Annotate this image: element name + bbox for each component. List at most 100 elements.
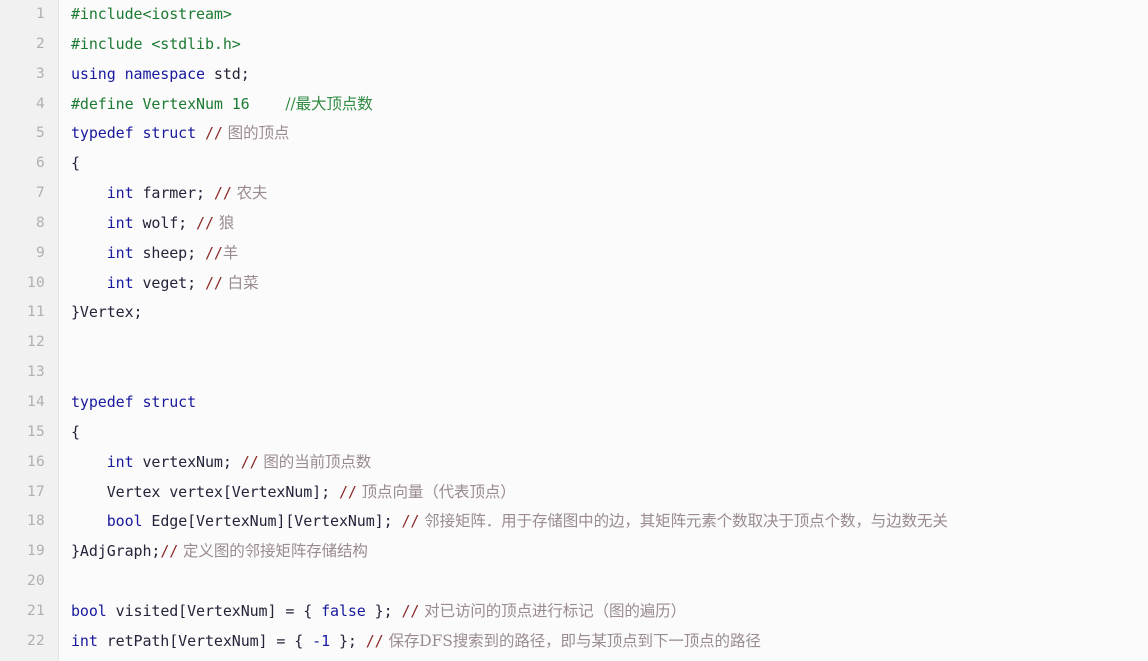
code-line[interactable]: #define VertexNum 16 //最大顶点数	[60, 90, 1148, 120]
token-identifier: visited[VertexNum] = {	[106, 601, 322, 620]
code-line[interactable]: typedef struct	[60, 388, 1148, 418]
code-line[interactable]: int farmer; // 农夫	[60, 179, 1148, 209]
token-keyword: bool	[106, 512, 143, 531]
code-line[interactable]: typedef struct // 图的顶点	[60, 119, 1148, 149]
code-line[interactable]: int vertexNum; // 图的当前顶点数	[60, 448, 1148, 478]
token-preprocessor: #include<iostream>	[71, 5, 232, 23]
token-keyword: using namespace	[71, 64, 205, 83]
line-number: 22	[26, 632, 45, 649]
line-number: 12	[26, 334, 45, 351]
token-comment: 白菜	[222, 273, 259, 292]
line-number: 10	[26, 274, 45, 291]
code-line-empty[interactable]	[60, 358, 1148, 388]
token-keyword: int	[106, 184, 134, 203]
token-comment-slashes: //	[338, 482, 357, 501]
token-keyword: int	[106, 213, 134, 232]
token-comment-slashes: //	[240, 452, 259, 471]
token-comment-slashes: //	[365, 631, 384, 650]
token-comment: //最大顶点数	[285, 94, 373, 113]
token-whitespace	[196, 124, 205, 142]
line-number: 13	[26, 364, 45, 381]
token-keyword: int	[106, 273, 134, 292]
code-line[interactable]: bool visited[VertexNum] = { false }; // …	[60, 597, 1148, 627]
line-number: 5	[35, 125, 45, 142]
code-line[interactable]: int sheep; //羊	[60, 239, 1148, 269]
line-number: 8	[35, 214, 45, 231]
code-line[interactable]: {	[60, 149, 1148, 179]
line-number: 16	[26, 453, 45, 470]
token-punctuation: };	[330, 631, 366, 650]
token-identifier: farmer;	[133, 184, 214, 203]
token-comment-slashes: //	[213, 184, 232, 203]
token-identifier: wolf;	[133, 213, 197, 232]
code-line[interactable]: #include<iostream>	[60, 0, 1148, 30]
token-comment-slashes: //	[160, 542, 179, 561]
token-comment: 对已访问的顶点进行标记（图的遍历）	[419, 601, 686, 620]
token-brace: {	[71, 154, 80, 173]
token-identifier: }Vertex;	[71, 303, 143, 322]
line-number: 17	[26, 483, 45, 500]
token-comment: 图的当前顶点数	[258, 452, 372, 471]
code-line-empty[interactable]	[60, 657, 1148, 661]
token-identifier: sheep;	[133, 243, 205, 262]
token-identifier: veget;	[133, 273, 205, 292]
line-number: 4	[35, 95, 45, 112]
code-line[interactable]: {	[60, 418, 1148, 448]
token-identifier: Edge[VertexNum][VertexNum];	[142, 512, 402, 531]
token-comment: 顶点向量（代表顶点）	[356, 482, 516, 501]
code-line[interactable]: int wolf; // 狼	[60, 209, 1148, 239]
token-keyword: false	[321, 601, 366, 620]
line-number: 11	[26, 304, 45, 321]
token-identifier: }AdjGraph;	[71, 542, 161, 561]
code-content[interactable]: #include<iostream> #include <stdlib.h> u…	[60, 0, 1148, 661]
token-comment-slashes: //	[196, 213, 214, 232]
token-comment: 农夫	[231, 184, 268, 203]
line-number: 7	[35, 185, 45, 202]
token-identifier: std;	[204, 64, 250, 83]
line-number-list: 1 2 3 4 5 6 7 8 9 10 11 12 13 14 15 16 1…	[0, 0, 58, 661]
code-line-empty[interactable]	[60, 328, 1148, 358]
line-number: 20	[26, 573, 45, 590]
code-line[interactable]: }AdjGraph;// 定义图的邻接矩阵存储结构	[60, 537, 1148, 567]
token-keyword: int	[106, 243, 134, 262]
token-identifier: vertexNum;	[133, 452, 241, 471]
token-comment: 图的顶点	[222, 124, 290, 143]
token-whitespace	[250, 95, 286, 113]
token-identifier: Vertex vertex[VertexNum];	[106, 482, 339, 501]
code-line[interactable]: #include <stdlib.h>	[60, 30, 1148, 60]
token-keyword: typedef struct	[71, 124, 197, 143]
code-line[interactable]: bool Edge[VertexNum][VertexNum]; // 邻接矩阵…	[60, 507, 1148, 537]
line-number: 9	[35, 244, 45, 261]
token-brace: {	[71, 422, 80, 441]
token-comment-slashes: //	[204, 243, 223, 262]
line-number: 3	[35, 65, 45, 82]
code-line[interactable]: int retPath[VertexNum] = { -1 }; // 保存DF…	[60, 627, 1148, 657]
line-number: 14	[26, 393, 45, 410]
line-number: 18	[26, 513, 45, 530]
code-line[interactable]: int veget; // 白菜	[60, 269, 1148, 299]
token-punctuation: };	[365, 601, 402, 620]
code-editor[interactable]: 1 2 3 4 5 6 7 8 9 10 11 12 13 14 15 16 1…	[0, 0, 1148, 661]
token-keyword: int	[71, 631, 98, 650]
token-comment: 邻接矩阵．用于存储图中的边，其矩阵元素个数取决于顶点个数，与边数无关	[419, 512, 948, 531]
token-comment: 保存DFS搜索到的路径，即与某顶点到下一顶点的路径	[383, 631, 761, 650]
line-number: 23	[0, 657, 58, 661]
token-comment: 羊	[222, 243, 239, 262]
code-line[interactable]: using namespace std;	[60, 60, 1148, 90]
code-line[interactable]: }Vertex;	[60, 298, 1148, 328]
token-comment-slashes: //	[204, 273, 223, 292]
token-keyword: typedef struct	[71, 392, 197, 411]
code-line-empty[interactable]	[60, 567, 1148, 597]
token-keyword: bool	[71, 601, 107, 620]
token-comment: 定义图的邻接矩阵存储结构	[178, 542, 368, 561]
code-line[interactable]: Vertex vertex[VertexNum]; // 顶点向量（代表顶点）	[60, 478, 1148, 508]
token-number: -1	[312, 631, 331, 650]
line-number-gutter: 1 2 3 4 5 6 7 8 9 10 11 12 13 14 15 16 1…	[0, 0, 59, 661]
token-identifier: retPath[VertexNum] = {	[97, 631, 313, 650]
